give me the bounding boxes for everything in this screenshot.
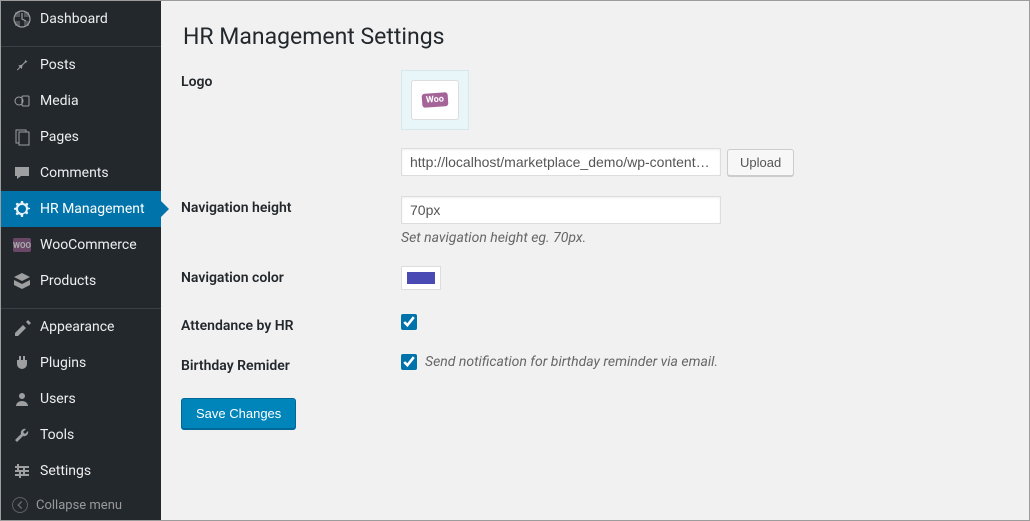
sidebar-item-pages[interactable]: Pages xyxy=(1,119,161,155)
sidebar-item-tools[interactable]: Tools xyxy=(1,417,161,453)
sidebar-label: Media xyxy=(40,93,79,109)
plugins-icon xyxy=(12,353,32,373)
logo-preview[interactable]: Woo xyxy=(401,70,469,130)
sidebar-label: HR Management xyxy=(40,201,145,217)
pushpin-icon xyxy=(12,55,32,75)
media-icon xyxy=(12,91,32,111)
sidebar-item-appearance[interactable]: Appearance xyxy=(1,309,161,345)
birthday-label: Birthday Remider xyxy=(181,354,401,374)
nav-color-picker[interactable] xyxy=(401,266,441,290)
main-content: HR Management Settings Logo Woo Upload N… xyxy=(161,1,1029,520)
woocommerce-icon: WOO xyxy=(12,235,32,255)
logo-label: Logo xyxy=(181,70,401,90)
sidebar-label: Settings xyxy=(40,463,91,479)
sidebar-label: Users xyxy=(40,391,76,407)
sidebar-item-woocommerce[interactable]: WOO WooCommerce xyxy=(1,227,161,263)
pages-icon xyxy=(12,127,32,147)
page-title: HR Management Settings xyxy=(183,23,1009,50)
collapse-icon xyxy=(12,497,28,513)
sidebar-item-hr-management[interactable]: HR Management xyxy=(1,191,161,227)
attendance-checkbox[interactable] xyxy=(401,314,417,330)
nav-color-label: Navigation color xyxy=(181,266,401,286)
upload-button[interactable]: Upload xyxy=(727,149,794,176)
sidebar-item-products[interactable]: Products xyxy=(1,263,161,299)
attendance-label: Attendance by HR xyxy=(181,314,401,334)
birthday-checkbox[interactable] xyxy=(401,354,417,370)
sidebar-label: Dashboard xyxy=(40,11,108,27)
settings-icon xyxy=(12,461,32,481)
sidebar-label: Products xyxy=(40,273,96,289)
sidebar-item-plugins[interactable]: Plugins xyxy=(1,345,161,381)
sidebar-label: Plugins xyxy=(40,355,86,371)
sidebar-item-dashboard[interactable]: Dashboard xyxy=(1,1,161,37)
color-swatch-inner xyxy=(407,272,435,284)
nav-height-label: Navigation height xyxy=(181,196,401,216)
nav-height-input[interactable] xyxy=(401,196,721,224)
sidebar-label: Posts xyxy=(40,57,76,73)
sidebar-item-comments[interactable]: Comments xyxy=(1,155,161,191)
sidebar-item-settings[interactable]: Settings xyxy=(1,453,161,489)
sidebar-label: WooCommerce xyxy=(40,237,137,253)
sidebar-label: Comments xyxy=(40,165,109,181)
collapse-menu[interactable]: Collapse menu xyxy=(1,489,161,521)
sidebar-label: Appearance xyxy=(40,319,114,335)
sidebar-item-posts[interactable]: Posts xyxy=(1,47,161,83)
nav-height-desc: Set navigation height eg. 70px. xyxy=(401,230,1009,246)
birthday-desc: Send notification for birthday reminder … xyxy=(425,354,718,370)
users-icon xyxy=(12,389,32,409)
appearance-icon xyxy=(12,317,32,337)
sidebar-item-users[interactable]: Users xyxy=(1,381,161,417)
save-button[interactable]: Save Changes xyxy=(181,398,296,429)
dashboard-icon xyxy=(12,9,32,29)
logo-url-input[interactable] xyxy=(401,148,721,176)
sidebar-label: Pages xyxy=(40,129,79,145)
tools-icon xyxy=(12,425,32,445)
collapse-label: Collapse menu xyxy=(36,498,122,513)
products-icon xyxy=(12,271,32,291)
sidebar-item-media[interactable]: Media xyxy=(1,83,161,119)
admin-sidebar: Dashboard Posts Media Pages Comments HR … xyxy=(1,1,161,520)
sidebar-label: Tools xyxy=(40,427,74,443)
gear-icon xyxy=(12,199,32,219)
comments-icon xyxy=(12,163,32,183)
